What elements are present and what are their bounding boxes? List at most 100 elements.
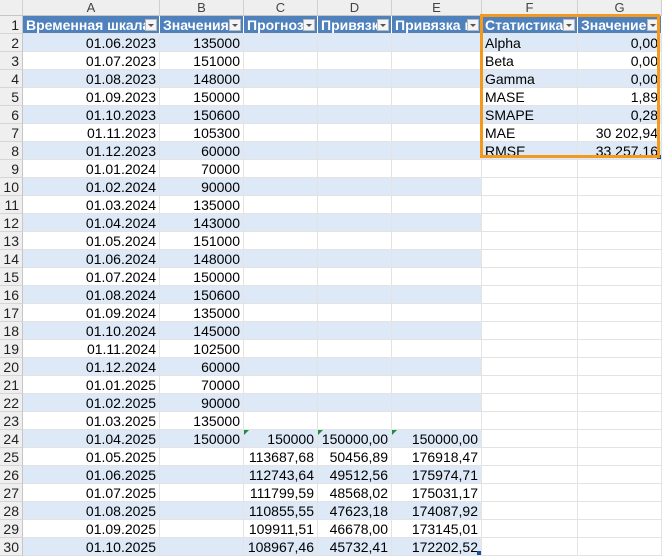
stat-value[interactable]: 33 257,16 (578, 142, 662, 160)
row-header[interactable]: 3 (0, 52, 23, 70)
cell-forecast[interactable] (244, 304, 318, 322)
cell-upper-bound[interactable] (392, 52, 482, 70)
stat-name[interactable]: Beta (482, 52, 578, 70)
cell-lower-bound[interactable] (318, 160, 392, 178)
empty-cell[interactable] (482, 196, 578, 214)
row-header[interactable]: 17 (0, 304, 23, 322)
cell-value[interactable]: 105300 (160, 124, 244, 142)
cell-lower-bound[interactable] (318, 412, 392, 430)
cell-value[interactable]: 60000 (160, 142, 244, 160)
cell-value[interactable]: 135000 (160, 196, 244, 214)
empty-cell[interactable] (578, 358, 662, 376)
header-timeline[interactable]: Временная шкала (23, 16, 160, 34)
column-header-c[interactable]: C (244, 0, 318, 16)
cell-upper-bound[interactable]: 150000,00 (392, 430, 482, 448)
empty-cell[interactable] (482, 448, 578, 466)
empty-cell[interactable] (578, 394, 662, 412)
cell-forecast[interactable] (244, 52, 318, 70)
empty-cell[interactable] (482, 412, 578, 430)
cell-forecast[interactable]: 110855,55 (244, 502, 318, 520)
cell-upper-bound[interactable] (392, 322, 482, 340)
cell-upper-bound[interactable] (392, 214, 482, 232)
column-header-f[interactable]: F (482, 0, 578, 16)
cell-date[interactable]: 01.07.2025 (23, 484, 160, 502)
row-header[interactable]: 1 (0, 16, 23, 34)
cell-value[interactable]: 150000 (160, 268, 244, 286)
header-forecast[interactable]: Прогноз (244, 16, 318, 34)
empty-cell[interactable] (578, 520, 662, 538)
cell-date[interactable]: 01.12.2023 (23, 142, 160, 160)
empty-cell[interactable] (482, 160, 578, 178)
cell-upper-bound[interactable] (392, 394, 482, 412)
row-header[interactable]: 10 (0, 178, 23, 196)
empty-cell[interactable] (482, 394, 578, 412)
row-header[interactable]: 15 (0, 268, 23, 286)
cell-upper-bound[interactable] (392, 232, 482, 250)
cell-date[interactable]: 01.05.2025 (23, 448, 160, 466)
cell-lower-bound[interactable]: 48568,02 (318, 484, 392, 502)
cell-date[interactable]: 01.10.2025 (23, 538, 160, 556)
cell-upper-bound[interactable] (392, 358, 482, 376)
row-header[interactable]: 18 (0, 322, 23, 340)
cell-value[interactable]: 90000 (160, 394, 244, 412)
empty-cell[interactable] (578, 502, 662, 520)
cell-forecast[interactable]: 108967,46 (244, 538, 318, 556)
cell-date[interactable]: 01.04.2024 (23, 214, 160, 232)
cell-value[interactable]: 70000 (160, 376, 244, 394)
empty-cell[interactable] (482, 304, 578, 322)
cell-date[interactable]: 01.09.2024 (23, 304, 160, 322)
cell-forecast[interactable] (244, 286, 318, 304)
cell-lower-bound[interactable] (318, 34, 392, 52)
row-header[interactable]: 19 (0, 340, 23, 358)
stat-value[interactable]: 1,89 (578, 88, 662, 106)
cell-lower-bound[interactable] (318, 250, 392, 268)
empty-cell[interactable] (578, 484, 662, 502)
header-statistics[interactable]: Статистика (482, 16, 578, 34)
cell-upper-bound[interactable]: 176918,47 (392, 448, 482, 466)
stat-value[interactable]: 0,00 (578, 70, 662, 88)
empty-cell[interactable] (482, 322, 578, 340)
empty-cell[interactable] (482, 232, 578, 250)
filter-dropdown-icon[interactable] (563, 19, 575, 31)
cell-lower-bound[interactable] (318, 70, 392, 88)
row-header[interactable]: 8 (0, 142, 23, 160)
cell-date[interactable]: 01.01.2024 (23, 160, 160, 178)
cell-forecast[interactable] (244, 232, 318, 250)
cell-date[interactable]: 01.06.2025 (23, 466, 160, 484)
cell-date[interactable]: 01.11.2024 (23, 340, 160, 358)
cell-forecast[interactable] (244, 214, 318, 232)
cell-date[interactable]: 01.04.2025 (23, 430, 160, 448)
cell-date[interactable]: 01.05.2024 (23, 232, 160, 250)
cell-upper-bound[interactable]: 175031,17 (392, 484, 482, 502)
cell-upper-bound[interactable] (392, 412, 482, 430)
empty-cell[interactable] (482, 538, 578, 556)
cell-upper-bound[interactable] (392, 286, 482, 304)
empty-cell[interactable] (482, 358, 578, 376)
cell-value[interactable]: 102500 (160, 340, 244, 358)
row-header[interactable]: 28 (0, 502, 23, 520)
row-header[interactable]: 30 (0, 538, 23, 556)
cell-value[interactable]: 70000 (160, 160, 244, 178)
cell-lower-bound[interactable]: 45732,41 (318, 538, 392, 556)
cell-value[interactable] (160, 502, 244, 520)
cell-date[interactable]: 01.12.2024 (23, 358, 160, 376)
empty-cell[interactable] (578, 250, 662, 268)
row-header[interactable]: 20 (0, 358, 23, 376)
stat-name[interactable]: Gamma (482, 70, 578, 88)
cell-value[interactable]: 148000 (160, 70, 244, 88)
stat-value[interactable]: 0,28 (578, 106, 662, 124)
cell-value[interactable]: 135000 (160, 412, 244, 430)
cell-upper-bound[interactable] (392, 340, 482, 358)
stat-name[interactable]: SMAPE (482, 106, 578, 124)
cell-value[interactable]: 148000 (160, 250, 244, 268)
header-value[interactable]: Значение (578, 16, 662, 34)
cell-forecast[interactable] (244, 340, 318, 358)
column-header-a[interactable]: A (23, 0, 160, 16)
empty-cell[interactable] (482, 340, 578, 358)
row-header[interactable]: 29 (0, 520, 23, 538)
stat-name[interactable]: MAE (482, 124, 578, 142)
cell-date[interactable]: 01.11.2023 (23, 124, 160, 142)
cell-lower-bound[interactable] (318, 232, 392, 250)
cell-lower-bound[interactable]: 150000,00 (318, 430, 392, 448)
cell-forecast[interactable] (244, 178, 318, 196)
